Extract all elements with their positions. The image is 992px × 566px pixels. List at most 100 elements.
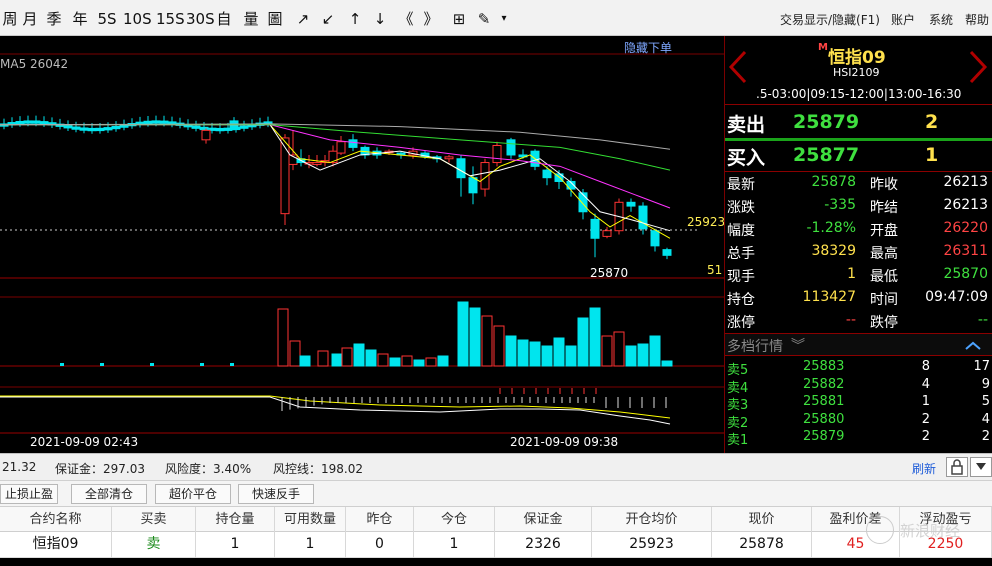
stat-label: 开盘 [870, 223, 898, 239]
toolbar-pencil-icon[interactable]: ✎ [474, 9, 494, 29]
depth-expand-icon[interactable]: ︾ [791, 335, 805, 355]
candle-down [95, 127, 105, 132]
candle-down [626, 201, 636, 207]
candle-up [602, 230, 612, 237]
stop-loss-button[interactable]: 止损止盈 [0, 484, 58, 504]
toolbar-up-icon[interactable]: ↑ [345, 9, 365, 29]
margin-info: 保证金：297.03 [55, 462, 145, 476]
candle-down [87, 127, 97, 132]
toolbar-quarter-button[interactable]: 季 [44, 9, 64, 29]
column-header[interactable]: 可用数量 [275, 507, 346, 533]
toolbar-volume-button[interactable]: 量 [241, 9, 261, 29]
column-header[interactable]: 开仓均价 [592, 507, 712, 533]
column-header[interactable]: 持仓量 [196, 507, 275, 533]
stat-value: -- [845, 312, 856, 328]
account-menu[interactable]: 账户 [891, 11, 915, 28]
candle-down [151, 120, 161, 124]
candle-down [468, 177, 478, 194]
toolbar-month-button[interactable]: 月 [20, 9, 40, 29]
column-header[interactable]: 今仓 [414, 507, 495, 533]
candle-up [444, 156, 454, 160]
depth-title: 多档行情 [727, 339, 783, 355]
lock-button[interactable] [946, 457, 968, 477]
buy-qty: 1 [925, 144, 939, 166]
system-menu[interactable]: 系统 [929, 11, 953, 28]
table-cell: 恒指09 [0, 532, 112, 558]
stat-label: 最新 [727, 177, 755, 193]
candle-down [111, 125, 121, 130]
depth-q2: 2 [981, 429, 990, 445]
low-price-label: 25870 [590, 266, 629, 280]
candle-down [39, 121, 49, 125]
sell-price[interactable]: 25879 [793, 111, 859, 133]
stat-value: 26311 [943, 243, 988, 259]
toolbar-15s-button[interactable]: 15S [156, 9, 185, 29]
hide-order-link[interactable]: 隐藏下单 [624, 39, 672, 56]
toolbar-zoom-out-icon[interactable]: ↙ [318, 9, 338, 29]
volume-bar [493, 325, 505, 367]
toolbar-grid-icon[interactable]: ⊞ [449, 9, 469, 29]
kline-chart[interactable]: MA5 26042 隐藏下单 25923 25870 51 2021-09-09… [0, 36, 725, 453]
toolbar-down-icon[interactable]: ↓ [370, 9, 390, 29]
candle-up [280, 137, 290, 215]
volume-bar [469, 307, 481, 367]
stat-value: 38329 [811, 243, 856, 259]
volume-bar [413, 359, 425, 367]
toolbar-year-button[interactable]: 年 [70, 9, 90, 29]
toolbar-week-button[interactable]: 周 [0, 9, 20, 29]
volume-bar [589, 307, 601, 367]
candle-down [662, 249, 672, 256]
stat-value: 25870 [943, 266, 988, 282]
candle-down [542, 169, 552, 179]
table-row[interactable]: 恒指09 卖 1 1 0 1 2326 25923 25878 45 2250 [0, 532, 992, 558]
column-header[interactable]: 保证金 [495, 507, 592, 533]
stat-value: 26213 [943, 197, 988, 213]
candle-down [119, 124, 129, 128]
toolbar: 周月季年 5S 10S 15S 30S 自量圖 ↗ ↙ ↑ ↓ 《》 ⊞ ✎ ▾ 交易显示/隐藏(F1) 账户… [0, 0, 992, 36]
depth-q2: 17 [973, 359, 990, 374]
column-header[interactable]: 买卖 [112, 507, 196, 533]
toolbar-30s-button[interactable]: 30S [186, 9, 215, 29]
toolbar-zoom-in-icon[interactable]: ↗ [293, 9, 313, 29]
quick-reverse-button[interactable]: 快速反手 [238, 484, 314, 504]
toolbar-draw-tool-button[interactable]: 圖 [265, 9, 285, 29]
volume-bar [200, 363, 204, 366]
candle-down [191, 125, 201, 129]
toolbar-back-icon[interactable]: 《 [396, 9, 416, 29]
control-info: 风控线：198.02 [273, 462, 363, 476]
watermark-logo [866, 516, 894, 544]
collapse-button[interactable] [970, 457, 992, 477]
table-cell: 25923 [592, 532, 712, 558]
help-menu[interactable]: 帮助 [965, 11, 989, 28]
toolbar-5s-button[interactable]: 5S [97, 9, 117, 29]
depth-collapse-icon[interactable] [965, 341, 981, 351]
stat-value: 26220 [943, 220, 988, 236]
buy-label[interactable]: 买入 [727, 143, 765, 170]
sell-label[interactable]: 卖出 [727, 110, 765, 137]
volume-bar [365, 349, 377, 367]
balance-value: 21.32 [2, 460, 37, 474]
refresh-link[interactable]: 刷新 [912, 460, 936, 477]
overprice-close-button[interactable]: 超价平仓 [155, 484, 231, 504]
chart-svg[interactable] [0, 36, 724, 453]
toolbar-more-icon[interactable]: ▾ [499, 9, 509, 29]
stat-label: 昨结 [870, 200, 898, 216]
column-header[interactable]: 昨仓 [346, 507, 414, 533]
contract-code: HSI2109 [833, 66, 880, 79]
volume-bar [60, 363, 64, 366]
trade-toggle-menu[interactable]: 交易显示/隐藏(F1) [780, 11, 880, 28]
volume-bar [377, 353, 389, 367]
lock-icon [951, 459, 963, 475]
volume-bar [353, 343, 365, 367]
column-header[interactable]: 合约名称 [0, 507, 112, 533]
volume-bar [100, 363, 104, 366]
close-all-button[interactable]: 全部清仓 [71, 484, 147, 504]
toolbar-forward-icon[interactable]: 》 [421, 9, 441, 29]
volume-bar [457, 301, 469, 367]
buy-price[interactable]: 25877 [793, 144, 859, 166]
depth-name: 卖2 [727, 415, 749, 431]
column-header[interactable]: 现价 [712, 507, 812, 533]
stat-value: 26213 [943, 174, 988, 190]
toolbar-custom-button[interactable]: 自 [214, 9, 234, 29]
toolbar-10s-button[interactable]: 10S [123, 9, 152, 29]
